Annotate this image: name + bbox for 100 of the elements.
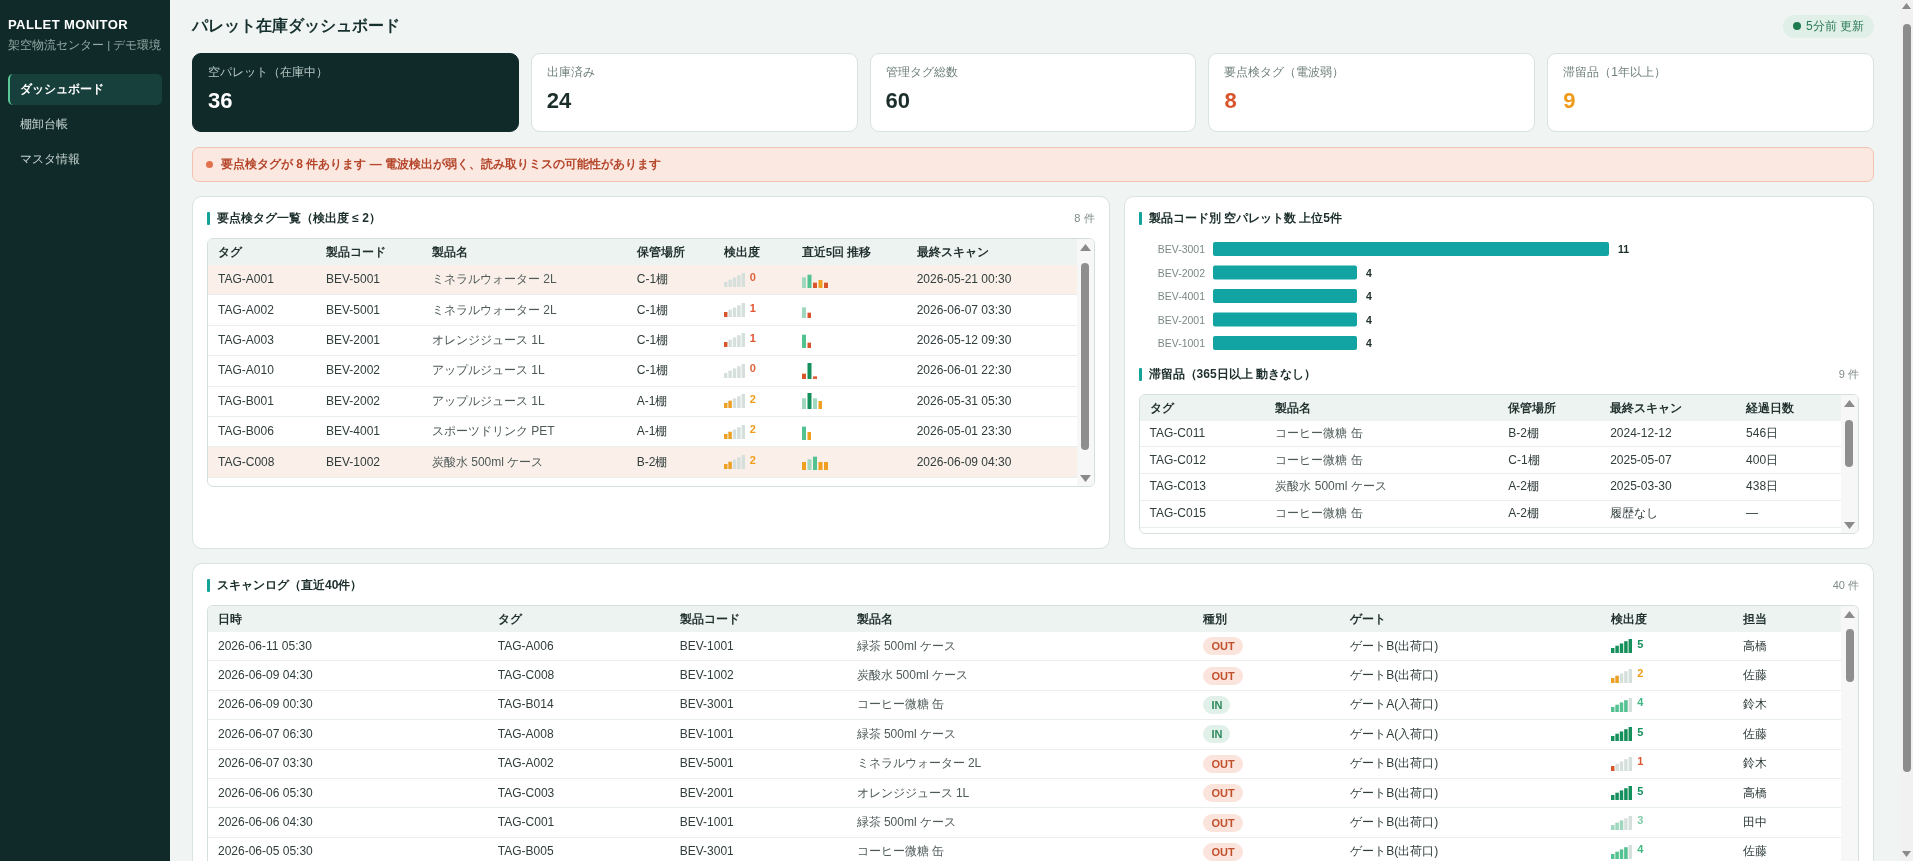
elapsed-days: 546日 <box>1746 425 1779 441</box>
item-count: 40 件 <box>1832 578 1859 592</box>
scan-type-badge: IN <box>1203 695 1231 714</box>
scroll-down-icon[interactable] <box>1902 851 1911 857</box>
tag-id: TAG-C008 <box>497 668 555 684</box>
operator-name: 鈴木 <box>1743 756 1768 772</box>
column-header: 経過日数 <box>1746 400 1795 415</box>
signal-value: 0 <box>749 271 756 285</box>
tag-id: TAG-A001 <box>218 272 274 288</box>
value-label: 4 <box>1365 313 1372 326</box>
scan-type-badge: OUT <box>1203 666 1243 685</box>
kpi-value: 9 <box>1563 88 1576 114</box>
product-code: BEV-1001 <box>679 726 734 742</box>
product-code: BEV-4001 <box>325 424 380 440</box>
kpi-label: 滞留品（1年以上） <box>1563 65 1666 79</box>
scroll-down-icon[interactable] <box>1844 521 1855 529</box>
scroll-up-icon[interactable] <box>1844 611 1855 618</box>
scan-time: 2026-05-21 00:30 <box>916 272 1012 288</box>
operator-name: 佐藤 <box>1743 668 1768 684</box>
page-title: パレット在庫ダッシュボード <box>192 16 400 36</box>
column-header: 直近5回 推移 <box>801 245 872 259</box>
column-header: 検出度 <box>1611 612 1648 626</box>
gate-name: ゲートA(入荷口) <box>1350 726 1439 742</box>
scroll-down-icon[interactable] <box>1079 475 1091 482</box>
column-header: 保管場所 <box>636 245 685 259</box>
product-name: コーヒー微糖 缶 <box>1275 425 1363 441</box>
tag-id: TAG-C008 <box>218 454 275 470</box>
section-title: 要点検タグ一覧（検出度 ≤ 2） <box>217 210 381 226</box>
tag-id: TAG-B005 <box>497 844 554 860</box>
scan-time: 2026-06-09 04:30 <box>218 668 313 684</box>
section-title: 滞留品（365日以上 動きなし） <box>1148 367 1316 382</box>
tag-id: TAG-B001 <box>218 393 274 409</box>
scan-time: 2026-06-07 03:30 <box>218 756 313 772</box>
product-name: 炭酸水 500ml ケース <box>431 454 544 470</box>
storage-location: C-1棚 <box>1508 452 1540 468</box>
signal-value: 4 <box>1637 696 1644 710</box>
scroll-up-icon[interactable] <box>1844 399 1855 407</box>
tag-id: TAG-A008 <box>497 726 554 742</box>
kpi-label: 出庫済み <box>546 65 595 79</box>
scan-date: 履歴なし <box>1610 506 1659 522</box>
operator-name: 高橋 <box>1743 638 1768 654</box>
section-title: 製品コード別 空パレット数 上位5件 <box>1148 210 1342 226</box>
value-label: 4 <box>1365 266 1372 279</box>
product-code: BEV-5001 <box>325 272 380 288</box>
product-name: オレンジジュース 1L <box>431 332 545 348</box>
gate-name: ゲートB(出荷口) <box>1350 844 1439 860</box>
value-label: 4 <box>1365 337 1372 349</box>
column-header: 製品コード <box>679 612 740 626</box>
product-code: BEV-1002 <box>679 668 734 684</box>
storage-location: C-1棚 <box>636 272 669 288</box>
nav-item[interactable]: 棚卸台帳 <box>8 109 162 140</box>
elapsed-days: 400日 <box>1746 452 1779 468</box>
scrollbar-thumb[interactable] <box>1845 629 1854 682</box>
scrollbar-thumb[interactable] <box>1845 419 1854 467</box>
product-name: コーヒー微糖 缶 <box>1275 506 1363 522</box>
product-code: BEV-5001 <box>325 302 380 318</box>
value-label: 4 <box>1365 290 1372 302</box>
status-dot-icon <box>1793 22 1801 30</box>
trend-sparkline <box>801 393 823 410</box>
tag-id: TAG-C003 <box>497 785 555 801</box>
column-header: 最終スキャン <box>916 245 989 259</box>
signal-strength-meter <box>1611 639 1634 654</box>
product-name: 緑茶 500ml ケース <box>856 726 956 742</box>
value-label: 11 <box>1617 243 1629 255</box>
scan-time: 2026-06-01 22:30 <box>916 363 1012 379</box>
signal-value: 5 <box>1637 725 1644 739</box>
scan-date: 2025-03-30 <box>1610 479 1672 495</box>
scrollbar-thumb[interactable] <box>1081 263 1090 450</box>
scan-type-badge: IN <box>1203 725 1231 744</box>
category-label: BEV-2002 <box>1157 266 1205 279</box>
gate-name: ゲートA(入荷口) <box>1350 697 1439 713</box>
column-header: 日時 <box>218 612 242 626</box>
storage-location: C-1棚 <box>636 363 669 379</box>
tag-id: TAG-A003 <box>218 332 274 348</box>
product-name: 炭酸水 500ml ケース <box>1275 479 1387 495</box>
scroll-up-icon[interactable] <box>1902 3 1911 9</box>
kpi-value: 36 <box>208 88 233 114</box>
product-code: BEV-2002 <box>325 363 380 379</box>
column-header: 製品コード <box>325 245 386 259</box>
column-header: 種別 <box>1203 612 1228 626</box>
column-header: ゲート <box>1350 612 1387 626</box>
scroll-up-icon[interactable] <box>1079 244 1091 251</box>
storage-location: C-1棚 <box>636 302 669 318</box>
product-name: 緑茶 500ml ケース <box>856 638 956 654</box>
trend-sparkline <box>801 454 828 471</box>
operator-name: 高橋 <box>1743 785 1768 801</box>
storage-location: A-1棚 <box>636 393 668 409</box>
product-name: アップルジュース 1L <box>431 393 545 409</box>
column-header: 製品名 <box>856 612 893 626</box>
product-name: ミネラルウォーター 2L <box>431 272 557 288</box>
signal-value: 3 <box>1637 814 1644 828</box>
tag-id: TAG-B014 <box>497 697 554 713</box>
tag-id: TAG-C013 <box>1149 479 1206 495</box>
nav-item[interactable]: ダッシュボード <box>8 74 162 105</box>
scan-time: 2026-05-01 23:30 <box>916 424 1012 440</box>
nav-item[interactable]: マスタ情報 <box>8 144 162 175</box>
scrollbar-thumb[interactable] <box>1902 24 1911 772</box>
scan-time: 2026-06-06 04:30 <box>218 815 313 831</box>
scrollbar[interactable] <box>1841 606 1858 861</box>
kpi-value: 8 <box>1224 88 1237 114</box>
